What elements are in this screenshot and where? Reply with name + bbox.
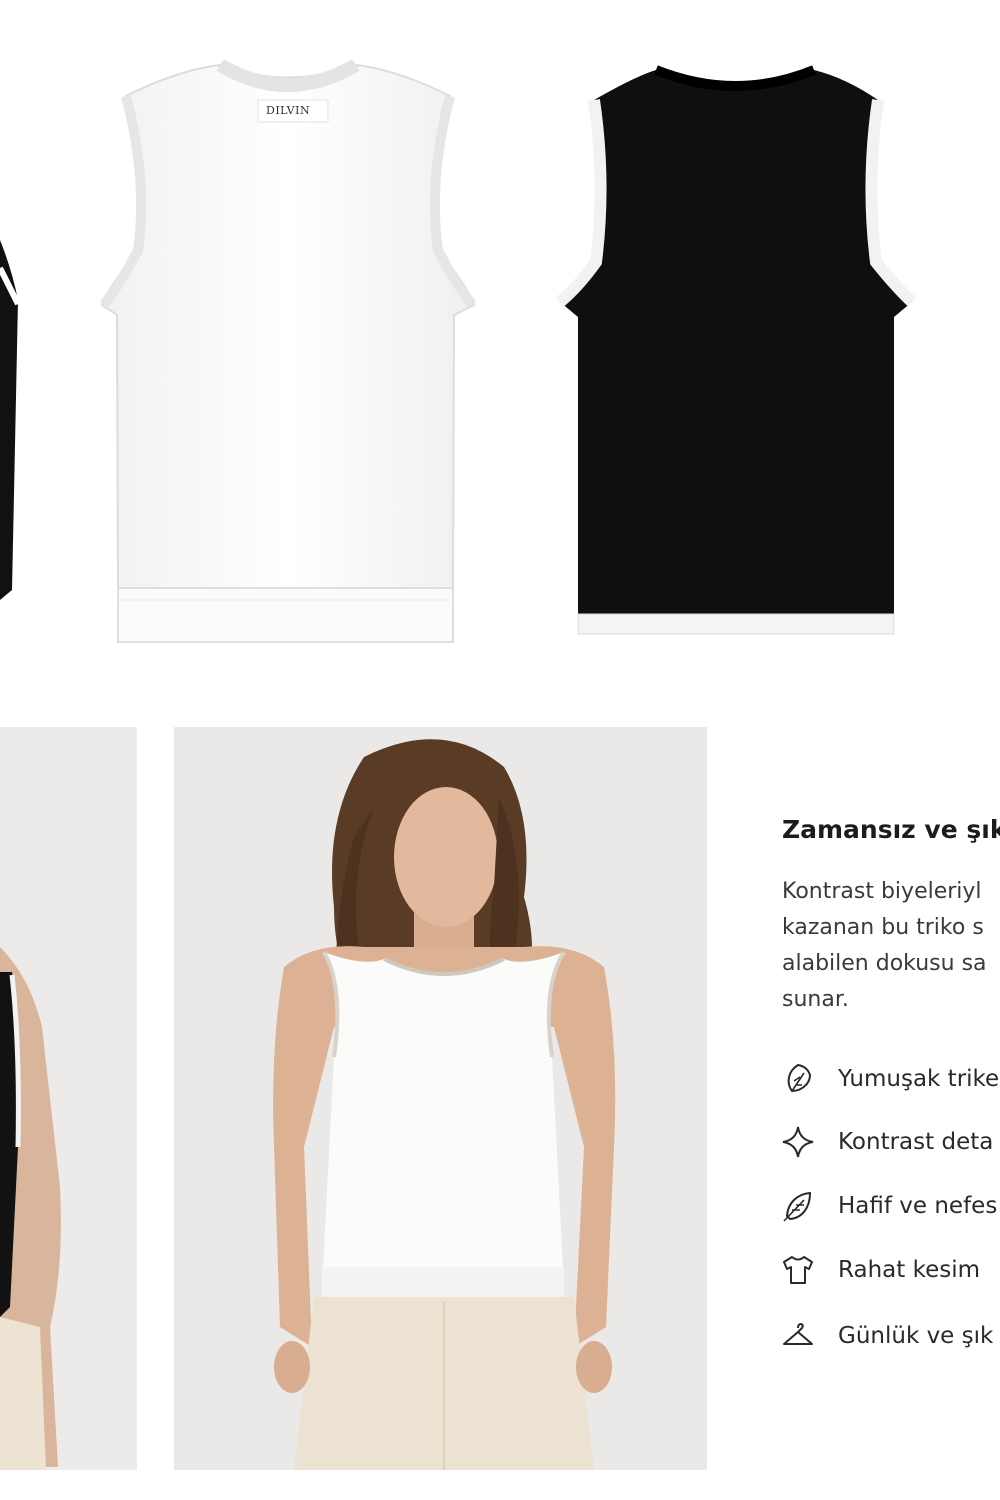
feature-item-comfortable-fit: Rahat kesim — [780, 1250, 980, 1290]
feature-item-lightweight: Hafif ve nefes — [780, 1186, 997, 1226]
sparkle-icon — [782, 1126, 814, 1158]
brand-label: DILVIN — [266, 104, 311, 117]
section-heading: Zamansız ve şık — [782, 815, 1000, 844]
feather-icon — [783, 1191, 812, 1222]
feature-label: Kontrast deta — [838, 1129, 994, 1155]
feature-label: Günlük ve şık — [838, 1323, 994, 1349]
model-photo-white-vest[interactable] — [174, 727, 707, 1470]
feature-item-contrast-detail: Kontrast deta — [780, 1122, 993, 1162]
leaf-icon — [787, 1063, 812, 1093]
feature-label: Rahat kesim — [838, 1257, 980, 1283]
feature-item-soft-knit: Yumuşak trike — [780, 1059, 999, 1099]
description-line: alabilen dokusu sa — [782, 951, 987, 976]
tshirt-icon — [783, 1256, 813, 1284]
black-vest-partial-left — [0, 240, 21, 600]
feature-label: Hafif ve nefes — [838, 1193, 998, 1219]
description-line: sunar. — [782, 987, 849, 1012]
description-line: kazanan bu triko s — [782, 915, 984, 940]
hanger-icon — [783, 1323, 813, 1345]
white-vest-product-image[interactable] — [98, 60, 478, 650]
black-vest-product-image[interactable] — [556, 62, 918, 640]
feature-label: Yumuşak trike — [838, 1066, 1000, 1092]
description-line: Kontrast biyeleriyl — [782, 879, 982, 904]
model-photo-black-vest-partial[interactable] — [0, 727, 137, 1470]
feature-item-daily-chic: Günlük ve şık — [780, 1316, 993, 1356]
product-description: Kontrast biyeleriyl kazanan bu triko s a… — [782, 874, 1000, 1018]
